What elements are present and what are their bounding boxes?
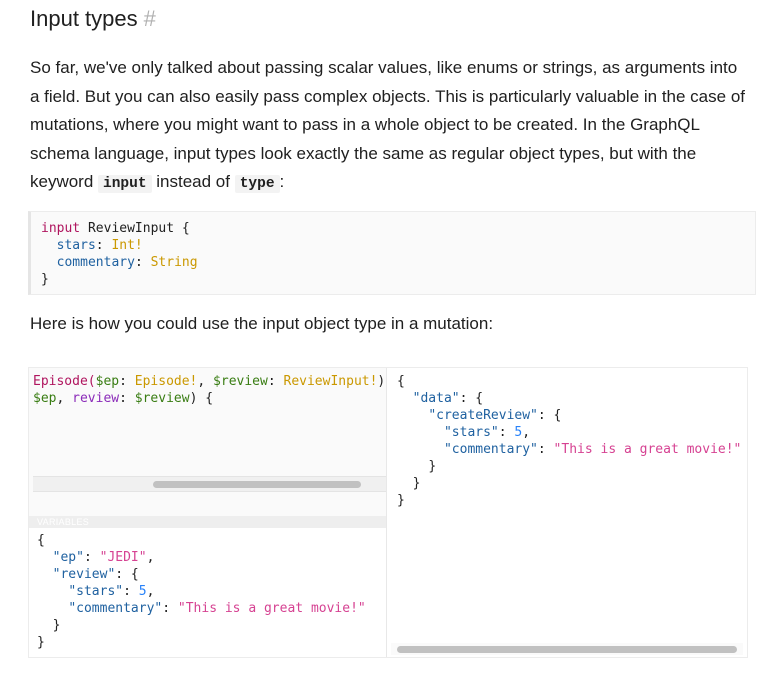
scrollbar-thumb[interactable] (397, 646, 737, 653)
result-horizontal-scrollbar[interactable] (391, 643, 743, 655)
json-brace: } (37, 635, 45, 650)
code-type: Int! (111, 238, 143, 253)
json-brace: { (397, 374, 405, 389)
section-heading: Input types # (30, 6, 156, 32)
query-punct: : (119, 391, 135, 406)
code-field: stars (56, 238, 96, 253)
query-punct: , (56, 391, 73, 406)
usage-paragraph: Here is how you could use the input obje… (30, 314, 494, 333)
query-variable: $review (213, 374, 268, 389)
query-argument: review (72, 391, 120, 406)
query-punct: : (119, 374, 135, 389)
json-brace: } (428, 459, 437, 474)
intro-paragraph: So far, we've only talked about passing … (30, 54, 750, 199)
json-number: 5 (514, 425, 523, 440)
query-punct: , (197, 374, 214, 389)
json-brace: } (397, 493, 405, 508)
heading-title: Input types (30, 6, 138, 31)
query-punct: ) (377, 374, 386, 389)
query-editor[interactable]: Episode($ep: Episode!, $review: ReviewIn… (29, 368, 386, 516)
variables-header[interactable]: VARIABLES (29, 516, 386, 528)
schema-code-block: input ReviewInput { stars: Int! commenta… (28, 211, 756, 295)
query-variable: $ep (33, 391, 57, 406)
json-key: "ep" (52, 550, 84, 565)
variables-editor[interactable]: { "ep": "JEDI", "review": { "stars": 5, … (29, 528, 386, 657)
result-viewer: { "data": { "createReview": { "stars": 5… (397, 374, 742, 508)
code-field: commentary (56, 255, 135, 270)
inline-code-input: input (98, 175, 152, 193)
heading-anchor-link[interactable]: # (144, 6, 156, 31)
json-brace: } (412, 476, 421, 491)
json-key: "stars" (68, 584, 124, 599)
json-key: "stars" (443, 425, 499, 440)
json-key: "commentary" (443, 442, 538, 457)
json-key: "review" (52, 567, 116, 582)
graphiql-example: Episode($ep: Episode!, $review: ReviewIn… (28, 367, 748, 658)
json-key: "data" (412, 391, 460, 406)
query-variable: $ep (95, 374, 120, 389)
json-brace: { (37, 533, 45, 548)
query-type: ReviewInput! (283, 374, 378, 389)
scrollbar-thumb[interactable] (153, 481, 361, 488)
code-type: String (150, 255, 198, 270)
inline-code-type: type (234, 175, 280, 193)
query-type: Episode! (134, 374, 198, 389)
query-op-name: Episode( (33, 374, 96, 389)
json-brace: } (52, 618, 61, 633)
code-keyword: input (41, 221, 81, 236)
query-punct: ) { (189, 391, 214, 406)
json-number: 5 (138, 584, 147, 599)
json-key: "commentary" (68, 601, 163, 616)
code-type-name: ReviewInput { (80, 221, 190, 236)
intro-text-2: instead of (151, 172, 235, 191)
query-variable: $review (134, 391, 190, 406)
intro-text-3: : (279, 172, 285, 191)
query-horizontal-scrollbar[interactable] (33, 476, 386, 492)
json-string: "This is a great movie!" (553, 442, 742, 457)
json-key: "createReview" (428, 408, 538, 423)
query-punct: : (267, 374, 284, 389)
intro-text-1: So far, we've only talked about passing … (30, 58, 745, 191)
json-string: "This is a great movie!" (177, 601, 366, 616)
json-string: "JEDI" (99, 550, 147, 565)
code-brace: } (41, 272, 49, 287)
